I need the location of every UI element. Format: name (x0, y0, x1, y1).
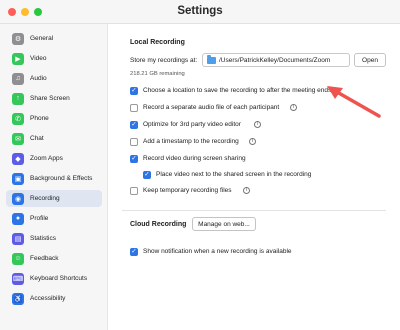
annotation-arrow-icon (327, 86, 381, 118)
sidebar-item-label: Accessibility (30, 295, 66, 302)
accessibility-icon: ♿ (12, 292, 24, 305)
sidebar-item-share-screen[interactable]: ↑ Share Screen (6, 90, 102, 107)
sidebar: ⚙ General ▶ Video ♫ Audio ↑ Share Screen… (0, 24, 108, 330)
checkbox-optimize-editor[interactable]: ✓ (130, 121, 138, 129)
sidebar-item-audio[interactable]: ♫ Audio (6, 70, 102, 87)
info-icon[interactable]: i (249, 138, 256, 145)
sidebar-item-label: Video (30, 55, 47, 62)
info-icon[interactable]: i (254, 121, 261, 128)
apps-icon: ◆ (12, 152, 24, 165)
sidebar-item-background-effects[interactable]: ▣ Background & Effects (6, 170, 102, 187)
sidebar-item-label: Chat (30, 135, 44, 142)
record-screen-sharing-label: Record video during screen sharing (143, 155, 246, 162)
video-icon: ▶ (12, 52, 24, 65)
sidebar-item-label: Keyboard Shortcuts (30, 275, 88, 282)
keep-temp-files-label: Keep temporary recording files (143, 187, 232, 194)
profile-icon: ● (12, 212, 24, 225)
info-icon[interactable]: i (290, 104, 297, 111)
section-divider (122, 210, 386, 211)
sidebar-item-video[interactable]: ▶ Video (6, 50, 102, 67)
sidebar-item-zoom-apps[interactable]: ◆ Zoom Apps (6, 150, 102, 167)
sidebar-item-label: Recording (30, 195, 60, 202)
sidebar-item-general[interactable]: ⚙ General (6, 30, 102, 47)
record-icon: ◉ (12, 192, 24, 205)
sidebar-item-label: Statistics (30, 235, 57, 242)
store-location-label: Store my recordings at: (130, 57, 198, 64)
checkbox-add-timestamp[interactable] (130, 138, 138, 146)
feedback-icon: ☺ (12, 252, 24, 265)
share-screen-icon: ↑ (12, 92, 24, 105)
sidebar-item-label: Background & Effects (30, 175, 93, 182)
place-video-next-label: Place video next to the shared screen in… (156, 171, 312, 178)
storage-remaining-label: 218.21 GB remaining (130, 71, 185, 77)
headphones-icon: ♫ (12, 72, 24, 85)
manage-on-web-button[interactable]: Manage on web... (192, 217, 256, 231)
sidebar-item-label: Profile (30, 215, 49, 222)
sidebar-item-profile[interactable]: ● Profile (6, 210, 102, 227)
gear-icon: ⚙ (12, 32, 24, 45)
sidebar-item-chat[interactable]: ✉ Chat (6, 130, 102, 147)
sidebar-item-label: Audio (30, 75, 47, 82)
choose-location-label: Choose a location to save the recording … (143, 87, 332, 94)
checkbox-show-notification[interactable]: ✓ (130, 248, 138, 256)
sidebar-item-label: Phone (30, 115, 49, 122)
local-recording-heading: Local Recording (130, 39, 185, 46)
sidebar-item-phone[interactable]: ✆ Phone (6, 110, 102, 127)
open-folder-button[interactable]: Open (354, 53, 386, 67)
recording-settings-panel: Local Recording Store my recordings at: … (109, 24, 400, 330)
checkbox-place-video-next[interactable]: ✓ (143, 171, 151, 179)
sidebar-item-label: Feedback (30, 255, 59, 262)
sidebar-item-statistics[interactable]: ▤ Statistics (6, 230, 102, 247)
show-notification-label: Show notification when a new recording i… (143, 248, 292, 255)
sidebar-item-feedback[interactable]: ☺ Feedback (6, 250, 102, 267)
sidebar-item-label: Share Screen (30, 95, 70, 102)
window-title: Settings (177, 5, 223, 17)
sidebar-item-keyboard-shortcuts[interactable]: ⌨ Keyboard Shortcuts (6, 270, 102, 287)
statistics-icon: ▤ (12, 232, 24, 245)
info-icon[interactable]: i (243, 187, 250, 194)
checkbox-separate-audio[interactable] (130, 104, 138, 112)
sidebar-item-accessibility[interactable]: ♿ Accessibility (6, 290, 102, 307)
checkbox-record-screen-sharing[interactable]: ✓ (130, 155, 138, 163)
sidebar-item-recording[interactable]: ◉ Recording (6, 190, 102, 207)
sidebar-item-label: Zoom Apps (30, 155, 63, 162)
add-timestamp-label: Add a timestamp to the recording (143, 138, 239, 145)
folder-icon (207, 54, 216, 64)
optimize-editor-label: Optimize for 3rd party video editor (143, 121, 241, 128)
keyboard-icon: ⌨ (12, 272, 24, 285)
checkbox-choose-location[interactable]: ✓ (130, 87, 138, 95)
checkbox-keep-temp-files[interactable] (130, 187, 138, 195)
cloud-recording-heading: Cloud Recording (130, 221, 187, 228)
separate-audio-label: Record a separate audio file of each par… (143, 104, 280, 111)
phone-icon: ✆ (12, 112, 24, 125)
background-icon: ▣ (12, 172, 24, 185)
recording-path-value: /Users/PatrickKelley/Documents/Zoom (219, 56, 331, 64)
chat-icon: ✉ (12, 132, 24, 145)
sidebar-item-label: General (30, 35, 54, 42)
recording-path-field[interactable]: /Users/PatrickKelley/Documents/Zoom (202, 53, 350, 67)
title-bar: Settings (0, 0, 400, 24)
